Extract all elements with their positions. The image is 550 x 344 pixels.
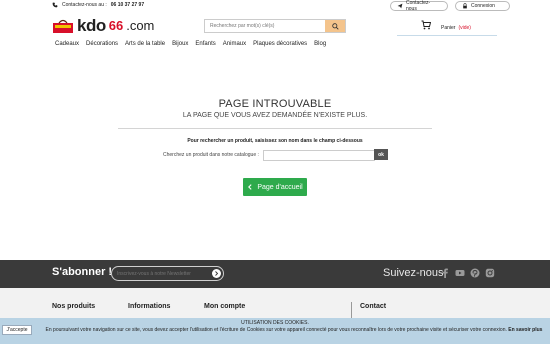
- logo-suffix: .com: [126, 18, 155, 33]
- footer-divider: [351, 302, 352, 318]
- contact-button[interactable]: Contactez-nous: [390, 0, 448, 12]
- search-hint: Pour rechercher un produit, saisissez so…: [187, 138, 363, 144]
- pinterest-icon: [470, 268, 480, 278]
- logo-number: 66: [108, 18, 124, 33]
- instagram-icon: [485, 268, 495, 278]
- phone-contact: Contactez-nous au : 06 10 37 27 97: [52, 2, 144, 8]
- facebook-link[interactable]: [440, 268, 450, 278]
- cookie-text-block: En poursuivant votre navigation sur ce s…: [40, 327, 548, 334]
- nav-item-enfants[interactable]: Enfants: [195, 41, 215, 47]
- nav-item-animaux[interactable]: Animaux: [223, 41, 246, 47]
- nav-item-bijoux[interactable]: Bijoux: [172, 41, 188, 47]
- footer-column-information: Informations: [128, 303, 171, 310]
- catalogue-input[interactable]: [262, 149, 375, 161]
- instagram-link[interactable]: [485, 268, 495, 278]
- login-button-label: Connexion: [471, 3, 495, 9]
- newsletter-field: [111, 266, 224, 281]
- shopping-cart-icon: [421, 20, 431, 30]
- cart[interactable]: Panier (vide): [397, 16, 497, 36]
- nav-item-cadeaux[interactable]: Cadeaux: [55, 41, 79, 47]
- search-bar: [204, 19, 346, 33]
- follow-us-label: Suivez-nous: [383, 267, 444, 279]
- arrow-right-icon: [215, 271, 219, 276]
- nav-item-blog[interactable]: Blog: [314, 41, 326, 47]
- catalogue-search: Cherchez un produit dans notre catalogue…: [163, 149, 375, 161]
- phone-icon: [52, 2, 58, 8]
- search-button[interactable]: [325, 20, 345, 32]
- chevron-left-icon: [248, 184, 252, 190]
- facebook-icon: [442, 268, 448, 278]
- page-title: PAGE INTROUVABLE: [218, 98, 332, 110]
- home-button[interactable]: Page d'accueil: [243, 178, 307, 196]
- newsletter-input[interactable]: [117, 269, 209, 279]
- divider: [118, 128, 432, 129]
- nav-item-plaques-decoratives[interactable]: Plaques décoratives: [253, 41, 307, 47]
- youtube-link[interactable]: [455, 268, 465, 278]
- catalogue-ok-button[interactable]: ok: [374, 149, 388, 160]
- nav-item-arts-de-la-table[interactable]: Arts de la table: [125, 41, 165, 47]
- social-links: [440, 268, 495, 278]
- page-subtitle: LA PAGE QUE VOUS AVEZ DEMANDÉE N'EXISTE …: [182, 112, 368, 119]
- phone-number[interactable]: 06 10 37 27 97: [111, 2, 144, 8]
- pinterest-link[interactable]: [470, 268, 480, 278]
- top-bar: Contactez-nous au : 06 10 37 27 97 Conta…: [0, 0, 550, 12]
- footer-column-products: Nos produits: [52, 303, 96, 310]
- site-logo[interactable]: kdo 66 .com: [52, 17, 154, 35]
- cookie-accept-button[interactable]: J'accepte: [2, 325, 32, 335]
- footer-column-contact: Contact: [360, 303, 387, 310]
- main-nav: Cadeaux Décorations Arts de la table Bij…: [55, 41, 333, 47]
- cart-status: (vide): [458, 25, 471, 31]
- home-button-label: Page d'accueil: [257, 183, 303, 191]
- newsletter-title: S'abonner !: [52, 266, 113, 278]
- header: kdo66.com Panier(vide): [0, 14, 550, 40]
- cart-label-group: Panier (vide): [441, 25, 471, 31]
- gift-bag-logo-icon: [53, 19, 73, 33]
- logo-main-text: kdo: [77, 16, 106, 35]
- lock-icon: [463, 3, 467, 9]
- search-icon: [331, 22, 339, 30]
- paper-plane-icon: [397, 3, 403, 9]
- footer: Nos produits Informations Mon compte Con…: [0, 288, 550, 318]
- newsletter-submit-button[interactable]: [212, 269, 221, 278]
- cookie-banner: UTILISATION DES COOKIES. J'accepte En po…: [0, 318, 550, 344]
- search-input[interactable]: [205, 20, 326, 32]
- cookie-more-link[interactable]: En savoir plus: [508, 327, 542, 333]
- cart-label: Panier: [441, 25, 456, 31]
- newsletter-band: S'abonner ! Suivez-nous: [0, 260, 550, 288]
- contact-prefix: Contactez-nous au :: [62, 2, 107, 8]
- cookie-title: UTILISATION DES COOKIES.: [241, 320, 309, 326]
- login-button[interactable]: Connexion: [455, 1, 510, 11]
- contact-button-label: Contactez-nous: [406, 0, 431, 12]
- youtube-icon: [455, 270, 465, 276]
- footer-column-account: Mon compte: [204, 303, 246, 310]
- nav-item-decorations[interactable]: Décorations: [86, 41, 118, 47]
- cookie-text: En poursuivant votre navigation sur ce s…: [45, 327, 507, 333]
- catalogue-label: Cherchez un produit dans notre catalogue…: [163, 152, 259, 158]
